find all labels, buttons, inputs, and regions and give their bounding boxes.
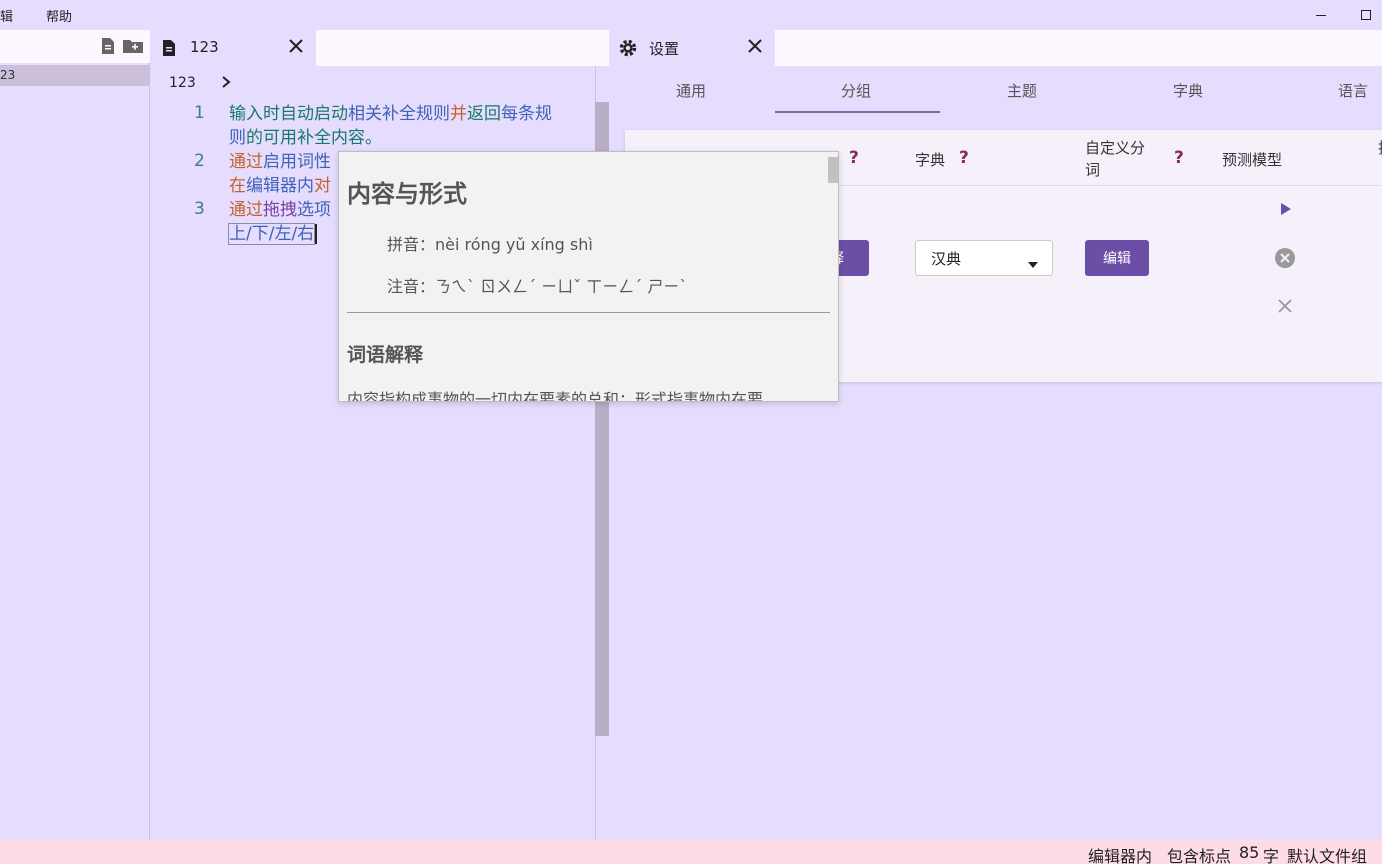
settings-tab-bar: 通用 分组 主题 字典 语言 xyxy=(610,66,1382,114)
sidebar-file-item[interactable]: 23 xyxy=(0,65,150,86)
close-icon[interactable] xyxy=(1278,299,1292,317)
tab-123[interactable]: 123 xyxy=(150,30,316,66)
settings-tab-group[interactable]: 分组 xyxy=(841,80,871,101)
status-count-value: 85 xyxy=(1239,843,1260,862)
column-custom-seg-cont: 词 xyxy=(1085,161,1101,179)
token: 每条规 xyxy=(501,104,552,124)
close-icon xyxy=(289,39,303,57)
close-icon xyxy=(748,39,762,57)
status-count-label: 包含标点 xyxy=(1167,847,1232,864)
line-number: 3 xyxy=(194,199,205,219)
token: 并 xyxy=(450,104,467,124)
token: 的可用补全内容。 xyxy=(246,128,382,148)
column-dictionary: 字典 xyxy=(915,151,946,169)
token: 通过 xyxy=(229,152,263,172)
gear-icon xyxy=(618,38,638,62)
minimize-icon xyxy=(1316,14,1326,16)
zhuyin-value: ㄋㄟˋ ㄖㄨㄥˊ ㄧㄩˇ ㄒㄧㄥˊ ㄕㄧˋ xyxy=(435,277,688,296)
settings-tab-language[interactable]: 语言 xyxy=(1338,80,1368,101)
popup-definition: 内容指构成事物的一切内在要素的总和；形式指事物内在要 xyxy=(347,390,764,402)
column-model: 预测模型 xyxy=(1222,151,1283,169)
line-number: 2 xyxy=(194,151,205,171)
column-clipped: 排 xyxy=(1378,137,1382,158)
edit-button[interactable]: 编辑 xyxy=(1085,240,1149,276)
menu-help[interactable]: 帮助 xyxy=(46,6,72,25)
popup-scrollbar[interactable] xyxy=(828,157,838,183)
token: 拖拽 xyxy=(263,200,297,220)
token: 在 xyxy=(229,176,246,196)
help-icon[interactable]: ? xyxy=(959,148,969,168)
popup-title: 内容与形式 xyxy=(347,180,467,208)
sidebar-toolbar xyxy=(0,30,150,63)
token: 返回 xyxy=(467,104,501,124)
maximize-icon xyxy=(1361,10,1371,20)
code-line[interactable]: 通过拖拽选项 xyxy=(229,198,331,222)
close-tab-button[interactable] xyxy=(286,38,306,58)
popup-divider xyxy=(347,312,830,313)
minimize-button[interactable] xyxy=(1311,5,1331,25)
caret-down-icon xyxy=(1028,256,1038,272)
document-icon xyxy=(160,39,178,61)
help-icon[interactable]: ? xyxy=(1174,148,1184,168)
token: 则 xyxy=(229,128,246,148)
settings-tab-theme[interactable]: 主题 xyxy=(1007,80,1037,101)
play-icon[interactable] xyxy=(1280,202,1292,220)
code-line[interactable]: 输入时自动启动相关补全规则并返回每条规 xyxy=(229,102,552,126)
code-line[interactable]: 通过启用词性 xyxy=(229,150,331,174)
dictionary-select[interactable]: 汉典 xyxy=(915,240,1053,276)
settings-tab-dictionary[interactable]: 字典 xyxy=(1173,80,1203,101)
new-folder-icon[interactable] xyxy=(122,37,144,59)
status-bar: 编辑器内 包含标点 85 字 默认文件组 xyxy=(0,840,1382,864)
column-custom-seg: 自定义分 xyxy=(1085,139,1146,157)
selected-token: 上/下/左/右 xyxy=(227,223,316,245)
token: 启用词性 xyxy=(263,152,331,172)
pinyin-value: nèi róng yǔ xíng shì xyxy=(435,235,593,254)
token: 选项 xyxy=(297,200,331,220)
token: 编辑器内 xyxy=(246,176,314,196)
popup-section-title: 词语解释 xyxy=(347,344,424,366)
tab-bar-empty xyxy=(316,30,609,66)
status-scope[interactable]: 编辑器内 xyxy=(1088,843,1152,864)
chevron-right-icon[interactable] xyxy=(220,75,232,93)
help-icon[interactable]: ? xyxy=(849,148,859,168)
zhuyin-row: 注音：ㄋㄟˋ ㄖㄨㄥˊ ㄧㄩˇ ㄒㄧㄥˊ ㄕㄧˋ xyxy=(387,273,687,297)
text-cursor xyxy=(315,224,318,244)
code-line[interactable]: 则的可用补全内容。 xyxy=(229,126,382,150)
status-group[interactable]: 默认文件组 xyxy=(1287,843,1367,864)
token: 输入时自动启动 xyxy=(229,104,348,124)
tab-label: 设置 xyxy=(649,40,680,58)
tab-settings[interactable]: 设置 xyxy=(609,30,775,66)
dictionary-popup: 内容与形式 拼音：nèi róng yǔ xíng shì 注音：ㄋㄟˋ ㄖㄨㄥ… xyxy=(338,151,839,402)
pinyin-label: 拼音： xyxy=(387,235,436,254)
pinyin-row: 拼音：nèi róng yǔ xíng shì xyxy=(387,231,593,255)
maximize-button[interactable] xyxy=(1356,5,1376,25)
status-count-unit: 字 xyxy=(1263,847,1280,864)
settings-tab-general[interactable]: 通用 xyxy=(676,80,706,101)
menu-bar: 辑 帮助 xyxy=(0,0,1382,30)
new-file-icon[interactable] xyxy=(99,37,117,59)
file-sidebar: 23 xyxy=(0,30,150,840)
active-tab-indicator xyxy=(775,111,940,113)
code-line[interactable]: 在编辑器内对 xyxy=(229,174,331,198)
tab-bar-empty xyxy=(775,30,1382,66)
code-line[interactable]: 上/下/左/右 xyxy=(227,222,318,246)
token: 对 xyxy=(314,176,331,196)
remove-circle-icon[interactable] xyxy=(1275,248,1295,272)
token: 相关补全规则 xyxy=(348,104,450,124)
line-number: 1 xyxy=(194,103,205,123)
edit-button-label: 编辑 xyxy=(1103,251,1131,267)
menu-edit[interactable]: 辑 xyxy=(0,6,13,25)
dictionary-select-value: 汉典 xyxy=(931,250,962,268)
tab-label: 123 xyxy=(190,38,219,56)
close-tab-button[interactable] xyxy=(745,38,765,58)
zhuyin-label: 注音： xyxy=(387,277,436,296)
token: 通过 xyxy=(229,200,263,220)
breadcrumb[interactable]: 123 xyxy=(169,75,196,91)
